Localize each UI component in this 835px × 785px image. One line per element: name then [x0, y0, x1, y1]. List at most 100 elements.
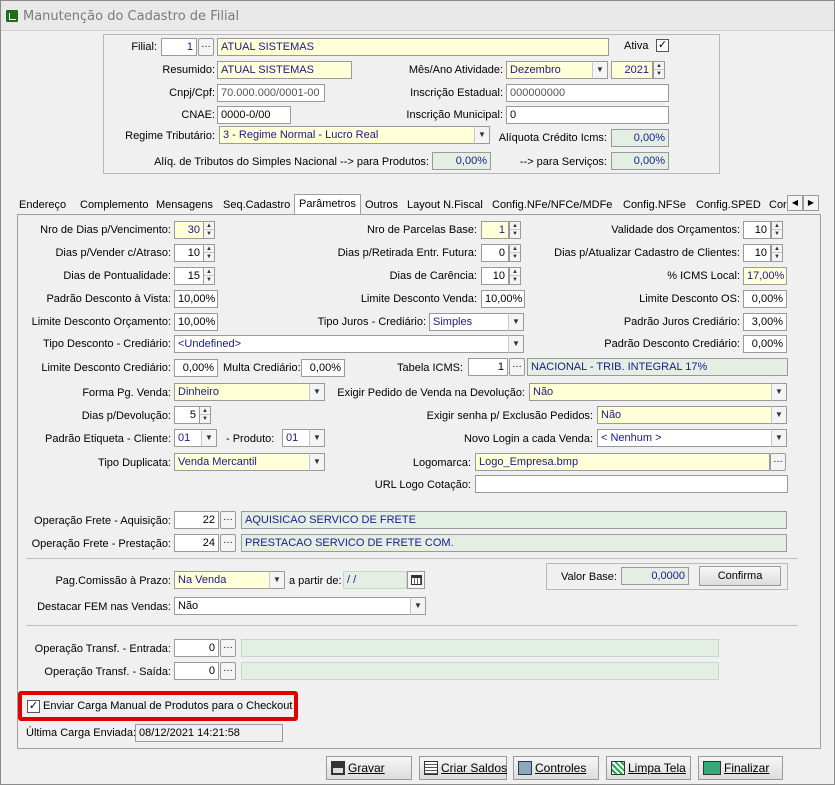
regime-select[interactable]: 3 - Regime Normal - Lucro Real	[219, 126, 475, 144]
padrao-desc-vista-input[interactable]: 10,00%	[174, 290, 218, 308]
op-frete-pr-code-input[interactable]: 24	[174, 534, 219, 552]
cnpj-input[interactable]: 70.000.000/0001-00	[217, 84, 325, 102]
url-logo-input[interactable]	[475, 475, 788, 493]
tabela-icms-lookup-button[interactable]: …	[509, 358, 525, 376]
dias-atualizar-spinner[interactable]: ▲ ▼	[771, 244, 783, 262]
tab-config-sped[interactable]: Config.SPED	[696, 196, 761, 215]
logomarca-input[interactable]: Logo_Empresa.bmp	[475, 453, 770, 471]
op-transf-ent-input[interactable]: 0	[174, 639, 219, 657]
dias-devolucao-input[interactable]: 5	[174, 406, 200, 424]
resumido-input[interactable]: ATUAL SISTEMAS	[217, 61, 352, 79]
dias-carencia-input[interactable]: 10	[481, 267, 509, 285]
op-frete-aq-code-input[interactable]: 22	[174, 511, 219, 529]
novo-login-dropdown-icon[interactable]: ▼	[771, 429, 787, 447]
regime-label: Regime Tributário:	[125, 130, 215, 142]
limpa-tela-button[interactable]: Limpa Tela	[606, 756, 691, 780]
multa-cred-input[interactable]: 0,00%	[301, 359, 345, 377]
ano-spinner[interactable]: ▲ ▼	[653, 61, 665, 79]
etiq-produto-dropdown-icon[interactable]: ▼	[309, 429, 325, 447]
criar-saldos-button[interactable]: Criar Saldos	[419, 756, 507, 780]
dias-retirada-spinner[interactable]: ▲ ▼	[509, 244, 521, 262]
tab-config-nfse[interactable]: Config.NFSe	[623, 196, 686, 215]
tipo-juros-dropdown-icon[interactable]: ▼	[508, 313, 524, 331]
forma-pg-dropdown-icon[interactable]: ▼	[309, 383, 325, 401]
tipo-desc-cred-dropdown-icon[interactable]: ▼	[508, 335, 524, 353]
limite-desc-orc-input[interactable]: 10,00%	[174, 313, 218, 331]
im-input[interactable]: 0	[506, 106, 669, 124]
filial-code-input[interactable]: 1	[161, 38, 197, 56]
op-frete-aq-lookup-button[interactable]: …	[220, 511, 236, 529]
exigir-senha-select[interactable]: Não	[597, 406, 772, 424]
tipo-juros-select[interactable]: Simples	[429, 313, 509, 331]
limite-desc-cred-input[interactable]: 0,00%	[174, 359, 218, 377]
etiq-produto-select[interactable]: 01	[282, 429, 310, 447]
ativa-checkbox[interactable]: ✓	[656, 39, 669, 52]
regime-dropdown-icon[interactable]: ▼	[474, 126, 490, 144]
dias-pontual-input[interactable]: 15	[174, 267, 204, 285]
exigir-pedido-dropdown-icon[interactable]: ▼	[771, 383, 787, 401]
icms-local-input[interactable]: 17,00%	[743, 267, 787, 285]
limite-desc-os-input[interactable]: 0,00%	[743, 290, 787, 308]
dias-carencia-spinner[interactable]: ▲ ▼	[509, 267, 521, 285]
dias-vender-input[interactable]: 10	[174, 244, 204, 262]
tab-layout-nfiscal[interactable]: Layout N.Fiscal	[407, 196, 483, 215]
tab-complemento[interactable]: Complemento	[80, 196, 148, 215]
dias-atualizar-input[interactable]: 10	[743, 244, 771, 262]
dias-pontual-spinner[interactable]: ▲ ▼	[203, 267, 215, 285]
destacar-fem-select[interactable]: Não	[174, 597, 411, 615]
mes-dropdown-icon[interactable]: ▼	[592, 61, 608, 79]
confirma-button[interactable]: Confirma	[699, 566, 781, 586]
padrao-desc-vista-label: Padrão Desconto à Vista:	[46, 293, 171, 305]
nro-parcelas-spinner[interactable]: ▲ ▼	[509, 221, 521, 239]
mes-select[interactable]: Dezembro	[506, 61, 594, 79]
tipo-desc-cred-select[interactable]: <Undefined>	[174, 335, 509, 353]
exigir-pedido-select[interactable]: Não	[529, 383, 772, 401]
destacar-fem-dropdown-icon[interactable]: ▼	[410, 597, 426, 615]
padrao-juros-input[interactable]: 3,00%	[743, 313, 787, 331]
a-partir-date-input[interactable]: / /	[343, 571, 407, 589]
tab-outros[interactable]: Outros	[365, 196, 398, 215]
ano-input[interactable]: 2021	[611, 61, 653, 79]
tab-cor[interactable]: Cor	[769, 196, 787, 215]
validade-orc-input[interactable]: 10	[743, 221, 771, 239]
padrao-desc-cred-input[interactable]: 0,00%	[743, 335, 787, 353]
forma-pg-select[interactable]: Dinheiro	[174, 383, 310, 401]
dias-devolucao-spinner[interactable]: ▲ ▼	[199, 406, 211, 424]
dias-retirada-input[interactable]: 0	[481, 244, 509, 262]
filial-lookup-button[interactable]: …	[198, 38, 214, 56]
op-transf-ent-lookup-button[interactable]: …	[220, 639, 236, 657]
etiq-cliente-select[interactable]: 01	[174, 429, 202, 447]
gravar-button[interactable]: Gravar	[326, 756, 412, 780]
exigir-senha-dropdown-icon[interactable]: ▼	[771, 406, 787, 424]
op-transf-sai-input[interactable]: 0	[174, 662, 219, 680]
dias-vender-spinner[interactable]: ▲ ▼	[203, 244, 215, 262]
logomarca-browse-button[interactable]: …	[770, 453, 786, 471]
pag-comissao-select[interactable]: Na Venda	[174, 571, 270, 589]
tab-parametros[interactable]: Parâmetros	[294, 194, 361, 214]
nro-dias-venc-input[interactable]: 30	[174, 221, 204, 239]
ie-input[interactable]: 000000000	[506, 84, 669, 102]
pag-comissao-dropdown-icon[interactable]: ▼	[269, 571, 285, 589]
calendar-icon[interactable]	[407, 571, 425, 589]
tipo-duplicata-dropdown-icon[interactable]: ▼	[309, 453, 325, 471]
nro-parcelas-input[interactable]: 1	[481, 221, 509, 239]
etiq-cliente-dropdown-icon[interactable]: ▼	[201, 429, 217, 447]
controles-button[interactable]: Controles	[513, 756, 599, 780]
tab-scroll-right-icon[interactable]: ▶	[803, 195, 819, 211]
limite-desc-venda-input[interactable]: 10,00%	[481, 290, 525, 308]
cnae-input[interactable]: 0000-0/00	[217, 106, 291, 124]
tab-endereco[interactable]: Endereço	[19, 196, 66, 215]
finalizar-button[interactable]: Finalizar	[698, 756, 783, 780]
nro-dias-venc-spinner[interactable]: ▲ ▼	[203, 221, 215, 239]
tab-seq-cadastro[interactable]: Seq.Cadastro	[223, 196, 290, 215]
tabela-icms-code-input[interactable]: 1	[468, 358, 508, 376]
novo-login-select[interactable]: < Nenhum >	[597, 429, 772, 447]
op-transf-sai-lookup-button[interactable]: …	[220, 662, 236, 680]
op-frete-pr-lookup-button[interactable]: …	[220, 534, 236, 552]
tab-mensagens[interactable]: Mensagens	[156, 196, 213, 215]
tipo-duplicata-select[interactable]: Venda Mercantil	[174, 453, 310, 471]
validade-orc-spinner[interactable]: ▲ ▼	[771, 221, 783, 239]
enviar-carga-checkbox[interactable]: ✓	[27, 700, 40, 713]
tab-scroll-left-icon[interactable]: ◀	[787, 195, 803, 211]
tab-config-nfe[interactable]: Config.NFe/NFCe/MDFe	[492, 196, 612, 215]
